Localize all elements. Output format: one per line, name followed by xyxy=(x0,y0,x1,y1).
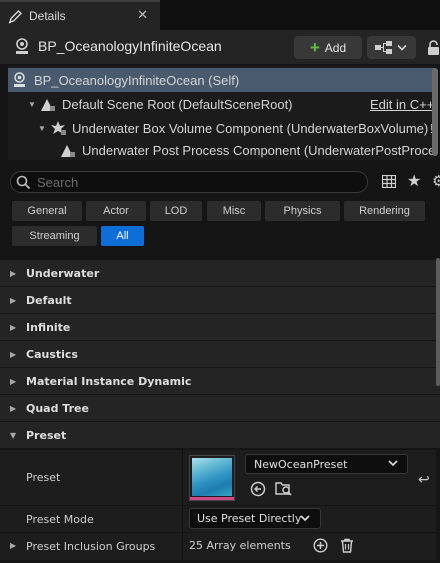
filter-chip-streaming[interactable]: Streaming xyxy=(12,226,97,246)
plus-icon: + xyxy=(309,38,320,57)
preset-asset-value: NewOceanPreset xyxy=(254,458,348,471)
category-label: Quad Tree xyxy=(26,401,89,415)
collapse-arrow-icon: ▼ xyxy=(10,430,17,440)
category-label: Caustics xyxy=(26,347,78,361)
search-icon xyxy=(16,175,31,190)
search-input[interactable] xyxy=(37,174,357,190)
tree-row-label: Default Scene Root (DefaultSceneRoot) xyxy=(62,96,293,112)
chevron-down-icon xyxy=(388,460,398,467)
scene-component-icon xyxy=(61,145,75,157)
category-label: Underwater xyxy=(26,266,100,280)
trash-icon[interactable] xyxy=(340,538,354,553)
volume-component-icon xyxy=(51,121,66,135)
preset-asset-dropdown[interactable]: NewOceanPreset xyxy=(245,454,408,474)
category-label: Infinite xyxy=(26,320,71,334)
add-element-icon[interactable] xyxy=(313,538,328,553)
tree-row-self[interactable]: BP_OceanologyInfiniteOcean (Self) xyxy=(8,68,434,92)
scene-component-icon xyxy=(41,99,55,111)
property-label: Preset Mode xyxy=(26,513,94,526)
actor-icon xyxy=(16,38,28,54)
expand-arrow-icon: ▶ xyxy=(10,322,17,332)
expand-arrow-icon[interactable]: ▼ xyxy=(38,124,46,133)
hierarchy-icon xyxy=(375,41,407,54)
tab-details[interactable]: Details ✕ xyxy=(0,0,160,30)
filter-chip-physics[interactable]: Physics xyxy=(265,201,340,221)
component-tree: BP_OceanologyInfiniteOcean (Self) ▼ Defa… xyxy=(8,66,434,160)
add-component-button[interactable]: + Add xyxy=(294,36,362,59)
reset-to-default-icon[interactable]: ↩ xyxy=(418,472,430,488)
tree-row-label: Underwater Post Process Component (Under… xyxy=(82,142,434,158)
tree-scrollbar[interactable] xyxy=(432,68,438,156)
array-count: 25 Array elements xyxy=(189,539,291,552)
filter-chip-misc[interactable]: Misc xyxy=(207,201,261,221)
details-scrollbar[interactable] xyxy=(436,258,440,386)
details-header: BP_OceanologyInfiniteOcean + Add xyxy=(0,30,440,64)
blueprint-title: BP_OceanologyInfiniteOcean xyxy=(38,38,222,54)
asset-type-bar xyxy=(190,497,234,500)
tree-row-label: BP_OceanologyInfiniteOcean (Self) xyxy=(34,72,240,88)
category-infinite[interactable]: ▶ Infinite xyxy=(0,314,440,340)
close-icon[interactable]: ✕ xyxy=(137,8,148,23)
expand-arrow-icon[interactable]: ▶ xyxy=(10,541,16,550)
pencil-icon xyxy=(8,9,22,24)
category-quad-tree[interactable]: ▶ Quad Tree xyxy=(0,395,440,421)
tree-row-underwater-box-volume[interactable]: ▼ Underwater Box Volume Component (Under… xyxy=(8,116,434,140)
actor-icon xyxy=(14,72,25,87)
category-label: Preset xyxy=(26,428,67,442)
tree-row-default-scene-root[interactable]: ▼ Default Scene Root (DefaultSceneRoot) … xyxy=(8,92,434,116)
expand-arrow-icon: ▶ xyxy=(10,403,17,413)
filter-chip-lod[interactable]: LOD xyxy=(150,201,202,221)
filter-chip-general[interactable]: General xyxy=(12,201,82,221)
preset-mode-dropdown[interactable]: Use Preset Directly xyxy=(189,508,321,529)
category-default[interactable]: ▶ Default xyxy=(0,287,440,313)
expand-arrow-icon: ▶ xyxy=(10,268,17,278)
category-label: Material Instance Dynamic xyxy=(26,374,192,388)
tree-row-underwater-post-process[interactable]: Underwater Post Process Component (Under… xyxy=(8,140,434,160)
expand-arrow-icon: ▶ xyxy=(10,376,17,386)
filter-chip-actor[interactable]: Actor xyxy=(86,201,146,221)
ocean-thumbnail-image xyxy=(192,458,232,496)
use-selected-asset-icon[interactable] xyxy=(250,481,266,497)
filter-chip-all[interactable]: All xyxy=(101,226,144,246)
preset-mode-value: Use Preset Directly xyxy=(197,512,302,525)
tab-bar: Details ✕ xyxy=(0,0,440,30)
category-material-instance-dynamic[interactable]: ▶ Material Instance Dynamic xyxy=(0,368,440,394)
add-button-label: Add xyxy=(324,40,347,55)
expand-arrow-icon[interactable]: ▼ xyxy=(28,100,36,109)
property-label: Preset xyxy=(26,471,61,484)
category-label: Default xyxy=(26,293,72,307)
tree-row-label: Underwater Box Volume Component (Underwa… xyxy=(72,120,429,136)
edit-in-cpp-link[interactable]: Edit in C++ xyxy=(370,97,434,112)
lock-icon[interactable] xyxy=(427,40,440,55)
filter-chip-rendering[interactable]: Rendering xyxy=(344,201,425,221)
column-divider[interactable] xyxy=(182,449,183,560)
expand-arrow-icon: ▶ xyxy=(10,349,17,359)
browse-asset-icon[interactable] xyxy=(275,480,293,497)
category-preset[interactable]: ▼ Preset xyxy=(0,422,440,448)
category-underwater[interactable]: ▶ Underwater xyxy=(0,260,440,286)
hierarchy-button[interactable] xyxy=(367,36,416,59)
grid-view-icon[interactable] xyxy=(382,175,396,188)
star-icon[interactable]: ★ xyxy=(407,173,421,189)
search-box[interactable] xyxy=(10,171,368,193)
gear-icon[interactable]: ⚙ xyxy=(432,173,440,189)
tab-label: Details xyxy=(29,9,66,23)
preset-thumbnail[interactable] xyxy=(189,455,235,501)
expand-arrow-icon: ▶ xyxy=(10,295,17,305)
category-caustics[interactable]: ▶ Caustics xyxy=(0,341,440,367)
chevron-down-icon xyxy=(300,515,310,522)
property-label: Preset Inclusion Groups xyxy=(26,540,156,553)
